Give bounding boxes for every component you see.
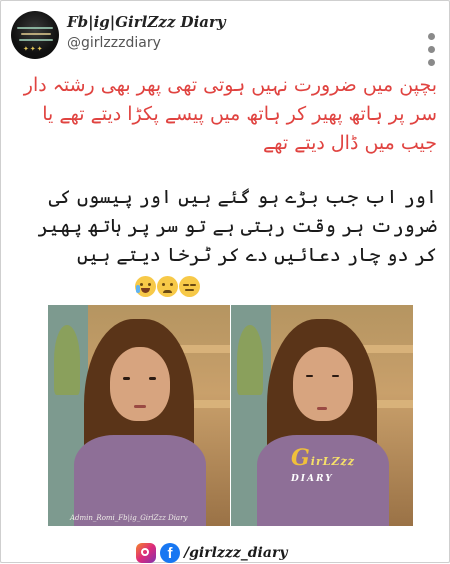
instagram-icon[interactable] bbox=[136, 543, 156, 563]
post-card: ✦✦✦ Fb|ig|GirlZzz Diary @girlzzzdiary بچ… bbox=[0, 0, 450, 563]
expressionless-face-icon bbox=[179, 276, 200, 297]
author-handle[interactable]: @girlzzzdiary bbox=[67, 35, 161, 51]
face-with-tears-of-joy-icon bbox=[135, 276, 156, 297]
emoji-row bbox=[135, 276, 200, 297]
caption-black-text: اور اب جب بڑے ہو گئے ہیں اور پیسوں کی ضر… bbox=[37, 186, 437, 266]
caption-red-text: بچپن میں ضرورت نہیں ہوتی تھی پھر بھی رشت… bbox=[23, 74, 437, 154]
avatar[interactable]: ✦✦✦ bbox=[11, 11, 59, 59]
social-handle[interactable]: /girlzzz_diary bbox=[184, 545, 287, 561]
confused-face-icon bbox=[157, 276, 178, 297]
girlzzz-diary-logo: GirLZzz DIARY bbox=[291, 445, 356, 484]
meme-panel-right: GirLZzz DIARY bbox=[231, 305, 413, 526]
meme-panel-left: Admin_Romi_Fb|ig_GirlZzz Diary bbox=[48, 305, 230, 526]
image-watermark: Admin_Romi_Fb|ig_GirlZzz Diary bbox=[70, 514, 188, 522]
facebook-icon[interactable]: f bbox=[160, 543, 180, 563]
more-options-icon[interactable] bbox=[427, 33, 437, 73]
meme-image[interactable]: Admin_Romi_Fb|ig_GirlZzz Diary GirLZzz D… bbox=[48, 305, 413, 526]
post-header: ✦✦✦ Fb|ig|GirlZzz Diary @girlzzzdiary bbox=[11, 11, 441, 66]
social-footer: f /girlzzz_diary bbox=[136, 542, 287, 564]
author-name[interactable]: Fb|ig|GirlZzz Diary bbox=[67, 13, 226, 31]
post-container: ✦✦✦ Fb|ig|GirlZzz Diary @girlzzzdiary بچ… bbox=[0, 0, 450, 563]
